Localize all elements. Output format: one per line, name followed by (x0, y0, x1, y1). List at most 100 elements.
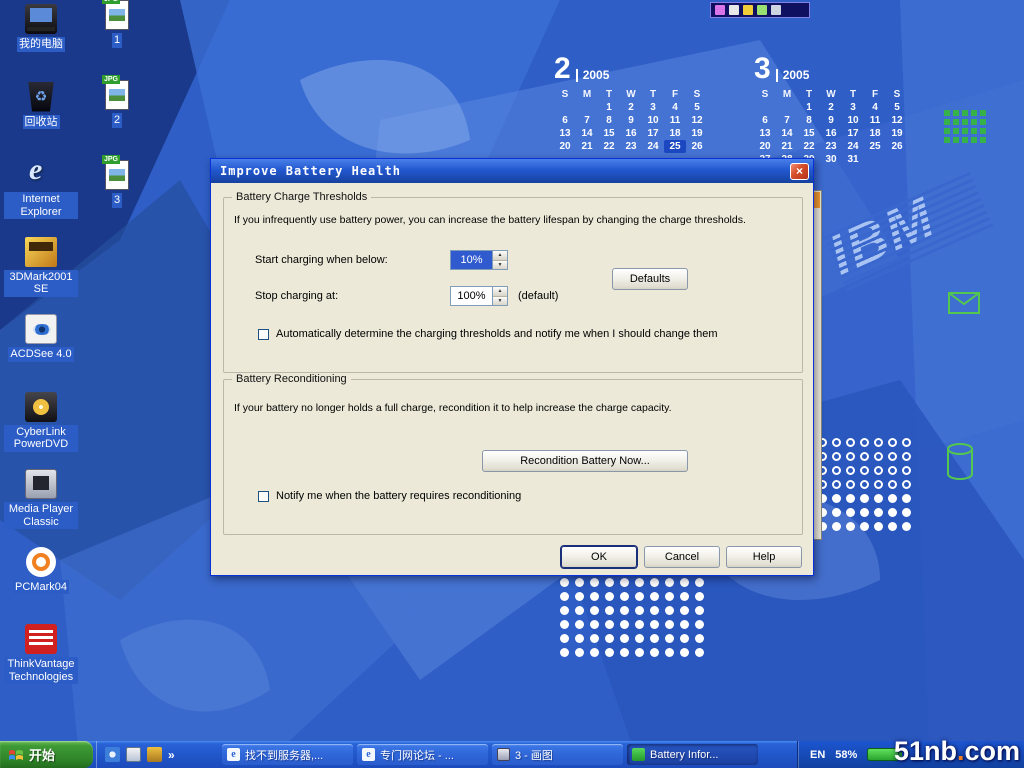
defaults-button[interactable]: Defaults (612, 268, 688, 290)
desktop-icon-3dmark2001[interactable]: 3DMark2001 SE (4, 237, 78, 315)
show-desktop-icon[interactable] (126, 747, 141, 762)
calendar-year: 2005 (776, 69, 810, 82)
calendar-date: 2 (820, 101, 842, 114)
calendar-date: 21 (576, 140, 598, 153)
task-buttons: e找不到服务器,...e专门网论坛 - ... 3 - 画图 Battery Inf… (222, 744, 758, 765)
calendar-february: 22005SMTWTFS1234567891011121314151617181… (554, 54, 714, 153)
stop-threshold-spinner[interactable]: 100% ▲▼ (450, 286, 508, 306)
start-threshold-spinner[interactable]: 10% ▲▼ (450, 250, 508, 270)
calendar-date: 16 (820, 127, 842, 140)
desktop-icon-pcmark04[interactable]: PCMark04 (4, 547, 78, 625)
calendar-day-header: S (886, 88, 908, 101)
calendar-date: 11 (864, 114, 886, 127)
jpg-thumbnail (109, 89, 125, 101)
database-cylinder-icon (946, 442, 974, 482)
calendar-date: 22 (598, 140, 620, 153)
task-button-3[interactable]: 3 - 画图 (492, 744, 623, 765)
dot-grid-decoration (560, 578, 710, 662)
task-label: 3 - 画图 (515, 747, 553, 763)
jpg-icon-column: JPG1JPG2JPG3 (94, 0, 140, 240)
desktop-icon-acdsee[interactable]: ACDSee 4.0 (4, 314, 78, 392)
task-button-1[interactable]: e找不到服务器,... (222, 744, 353, 765)
desktop-icon-recycle-bin[interactable]: 回收站 (4, 82, 78, 160)
desktop-icon-powerdvd[interactable]: CyberLink PowerDVD (4, 392, 78, 470)
desktop-icon-label: ACDSee 4.0 (8, 347, 73, 362)
calendar-date: 18 (664, 127, 686, 140)
checkbox-label: Notify me when the battery requires reco… (276, 490, 521, 502)
calendar-date: 19 (886, 127, 908, 140)
checkbox-box[interactable] (258, 491, 269, 502)
battery-reconditioning-group: Battery Reconditioning If your battery n… (223, 379, 803, 535)
desktop-icon-thinkvantage[interactable]: ThinkVantage Technologies (4, 624, 78, 702)
calendar-date: 21 (776, 140, 798, 153)
jpg-file-icon: JPG (105, 0, 129, 30)
calendar-date: 13 (754, 127, 776, 140)
calendar-march: 32005SMTWTFS1234567891011121314151617181… (754, 54, 914, 166)
desktop-icon-jpg-2[interactable]: JPG2 (94, 80, 140, 160)
start-button[interactable]: 开始 (0, 741, 93, 768)
cancel-button[interactable]: Cancel (644, 546, 720, 568)
green-grid-decoration (944, 110, 989, 146)
spinner-arrows[interactable]: ▲▼ (492, 251, 507, 269)
calendar-week-row: 13141516171819 (754, 127, 914, 140)
close-button[interactable]: × (790, 163, 809, 180)
desktop-icon-jpg-3[interactable]: JPG 3 (94, 160, 140, 240)
stop-threshold-value[interactable]: 100% (451, 287, 492, 305)
ie-page-icon: e (227, 748, 240, 761)
desktop-icon-mpc[interactable]: Media Player Classic (4, 469, 78, 547)
calendar-day-header: T (642, 88, 664, 101)
desktop-icon-label: 3 (112, 193, 122, 208)
calendar-day-header: T (798, 88, 820, 101)
calendar-day-header: F (864, 88, 886, 101)
presentation-icon[interactable] (715, 5, 725, 15)
spinner-arrows[interactable]: ▲▼ (492, 287, 507, 305)
display-icon[interactable] (729, 5, 739, 15)
task-button-2[interactable]: e专门网论坛 - ... (357, 744, 488, 765)
recondition-battery-button[interactable]: Recondition Battery Now... (482, 450, 688, 472)
spinner-down-icon[interactable]: ▼ (493, 261, 507, 270)
start-label: 开始 (29, 745, 55, 764)
group-title: Battery Reconditioning (232, 373, 351, 385)
help-button[interactable]: Help (726, 546, 802, 568)
language-indicator[interactable]: EN (810, 749, 825, 761)
watermark: 51nb.com (894, 736, 1020, 767)
desktop-icon-label: CyberLink PowerDVD (4, 425, 78, 452)
calendar-day-headers: SMTWTFS (554, 88, 714, 101)
desktop-icon-my-computer[interactable]: 我的电脑 (4, 4, 78, 82)
media-player-quicklaunch-icon[interactable] (147, 747, 162, 762)
start-threshold-value[interactable]: 10% (451, 251, 492, 269)
mini-toolbar[interactable] (710, 2, 810, 18)
dialog-titlebar[interactable]: Improve Battery Health × (211, 159, 813, 183)
power-icon[interactable] (743, 5, 753, 15)
calendar-date: 24 (642, 140, 664, 153)
notify-reconditioning-checkbox[interactable]: Notify me when the battery requires reco… (258, 490, 521, 502)
desktop-icon-label: Media Player Classic (4, 502, 78, 529)
auto-determine-checkbox[interactable]: Automatically determine the charging thr… (258, 328, 717, 340)
jpg-file-icon: JPG (105, 160, 129, 190)
keyboard-icon[interactable] (771, 5, 781, 15)
quicklaunch-overflow-chevron[interactable]: » (168, 748, 175, 762)
battery-icon (632, 748, 645, 761)
desktop-icon-internet-explorer[interactable]: Internet Explorer (4, 159, 78, 237)
internet-explorer-icon (25, 159, 57, 189)
calendar-date (576, 101, 598, 114)
calendar-date: 31 (842, 153, 864, 166)
spinner-up-icon[interactable]: ▲ (493, 287, 507, 297)
calendar-date: 22 (798, 140, 820, 153)
ok-button[interactable]: OK (561, 546, 637, 568)
calendar-date: 10 (642, 114, 664, 127)
spinner-down-icon[interactable]: ▼ (493, 297, 507, 306)
calendar-date (754, 101, 776, 114)
spinner-up-icon[interactable]: ▲ (493, 251, 507, 261)
close-icon: × (796, 164, 803, 178)
taskbar: 开始 » e找不到服务器,...e专门网论坛 - ... 3 - 画图 Batter… (0, 741, 1024, 768)
ie-quicklaunch-icon[interactable] (105, 747, 120, 762)
calendar-week-row: 12345 (754, 101, 914, 114)
calendar-week-row: 13141516171819 (554, 127, 714, 140)
task-button-4[interactable]: Battery Infor... (627, 744, 758, 765)
envelope-icon (948, 292, 980, 314)
battery-meter-icon[interactable] (757, 5, 767, 15)
desktop-icon-jpg-1[interactable]: JPG1 (94, 0, 140, 80)
checkbox-box[interactable] (258, 329, 269, 340)
desktop-icon-label: Internet Explorer (4, 192, 78, 219)
